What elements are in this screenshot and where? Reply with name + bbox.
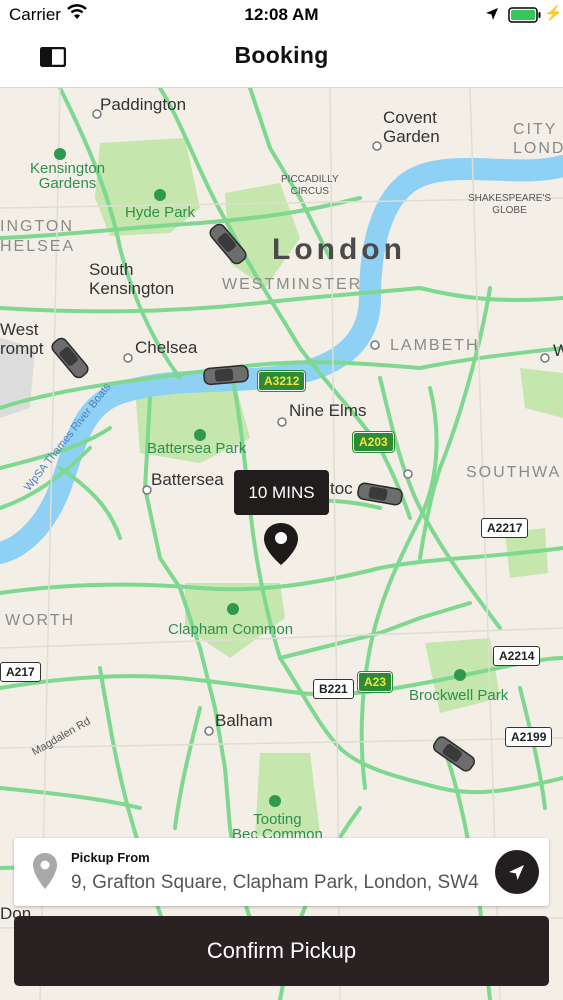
page-title: Booking [234, 42, 329, 68]
map-label-nine-elms: Nine Elms [289, 401, 367, 420]
map-label-kensington-gardens: Kensington Gardens [30, 160, 106, 192]
map-label-chelsea: Chelsea [135, 338, 198, 357]
road-shield-a2199: A2199 [505, 727, 553, 747]
eta-callout: 10 MINS [234, 470, 329, 515]
map-label-city-of-london: CITY LOND [513, 121, 563, 157]
status-bar: Carrier 12:08 AM ⚡ [0, 0, 563, 30]
map-label-piccadilly-circus: PICCADILLY CIRCUS [281, 174, 339, 197]
map-label-lambeth: LAMBETH [390, 337, 480, 354]
map-label-stockwell: toc [330, 479, 353, 498]
road-shield-a3212: A3212 [258, 371, 306, 391]
nav-bar: Booking [0, 30, 563, 88]
map-label-west-brompton: West rompt [0, 320, 44, 358]
navigation-arrow-icon [509, 865, 524, 880]
map-label-hyde-park: Hyde Park [125, 204, 196, 221]
map-label-brockwell-park: Brockwell Park [409, 687, 509, 704]
road-shield-b221: B221 [313, 679, 354, 699]
map-label-w: W [553, 341, 563, 360]
pickup-location-card[interactable]: Pickup From 9, Grafton Square, Clapham P… [14, 838, 549, 906]
map-label-shakespeares-globe: SHAKESPEARE'S GLOBE [468, 193, 552, 216]
location-arrow-icon [486, 8, 498, 20]
current-location-button[interactable] [495, 850, 539, 894]
car-marker-icon[interactable] [202, 363, 250, 387]
pickup-label: Pickup From [71, 850, 150, 865]
map-label-balham: Balham [215, 711, 273, 730]
pickup-address[interactable]: 9, Grafton Square, Clapham Park, London,… [71, 872, 491, 894]
road-shield-a23: A23 [358, 672, 393, 692]
road-shield-a2214: A2214 [493, 646, 541, 666]
map-label-clapham-common: Clapham Common [168, 621, 294, 638]
confirm-pickup-button[interactable]: Confirm Pickup [14, 916, 549, 986]
map-label-paddington: Paddington [100, 95, 187, 114]
road-shield-a217: A217 [0, 662, 41, 682]
map-label-battersea-park: Battersea Park [147, 440, 247, 457]
map-label-westminster: WESTMINSTER [222, 276, 363, 293]
map-label-southwark: SOUTHWA [466, 464, 562, 481]
map-label-wandsworth: WORTH [5, 612, 76, 629]
road-shield-a203: A203 [353, 432, 394, 452]
road-shield-a2217: A2217 [481, 518, 529, 538]
map-label-south-kensington: South Kensington [89, 260, 175, 298]
map-label-battersea: Battersea [151, 470, 224, 489]
charging-icon: ⚡ [544, 5, 563, 22]
clock: 12:08 AM [244, 5, 319, 24]
battery-icon [508, 7, 541, 23]
location-pin-icon [33, 853, 57, 889]
map-label-covent-garden: Covent Garden [383, 108, 440, 146]
map-label-london: London [272, 233, 406, 266]
pickup-pin-icon[interactable] [262, 521, 300, 567]
map-label-kensington-chelsea: INGTON HELSEA [0, 218, 76, 255]
